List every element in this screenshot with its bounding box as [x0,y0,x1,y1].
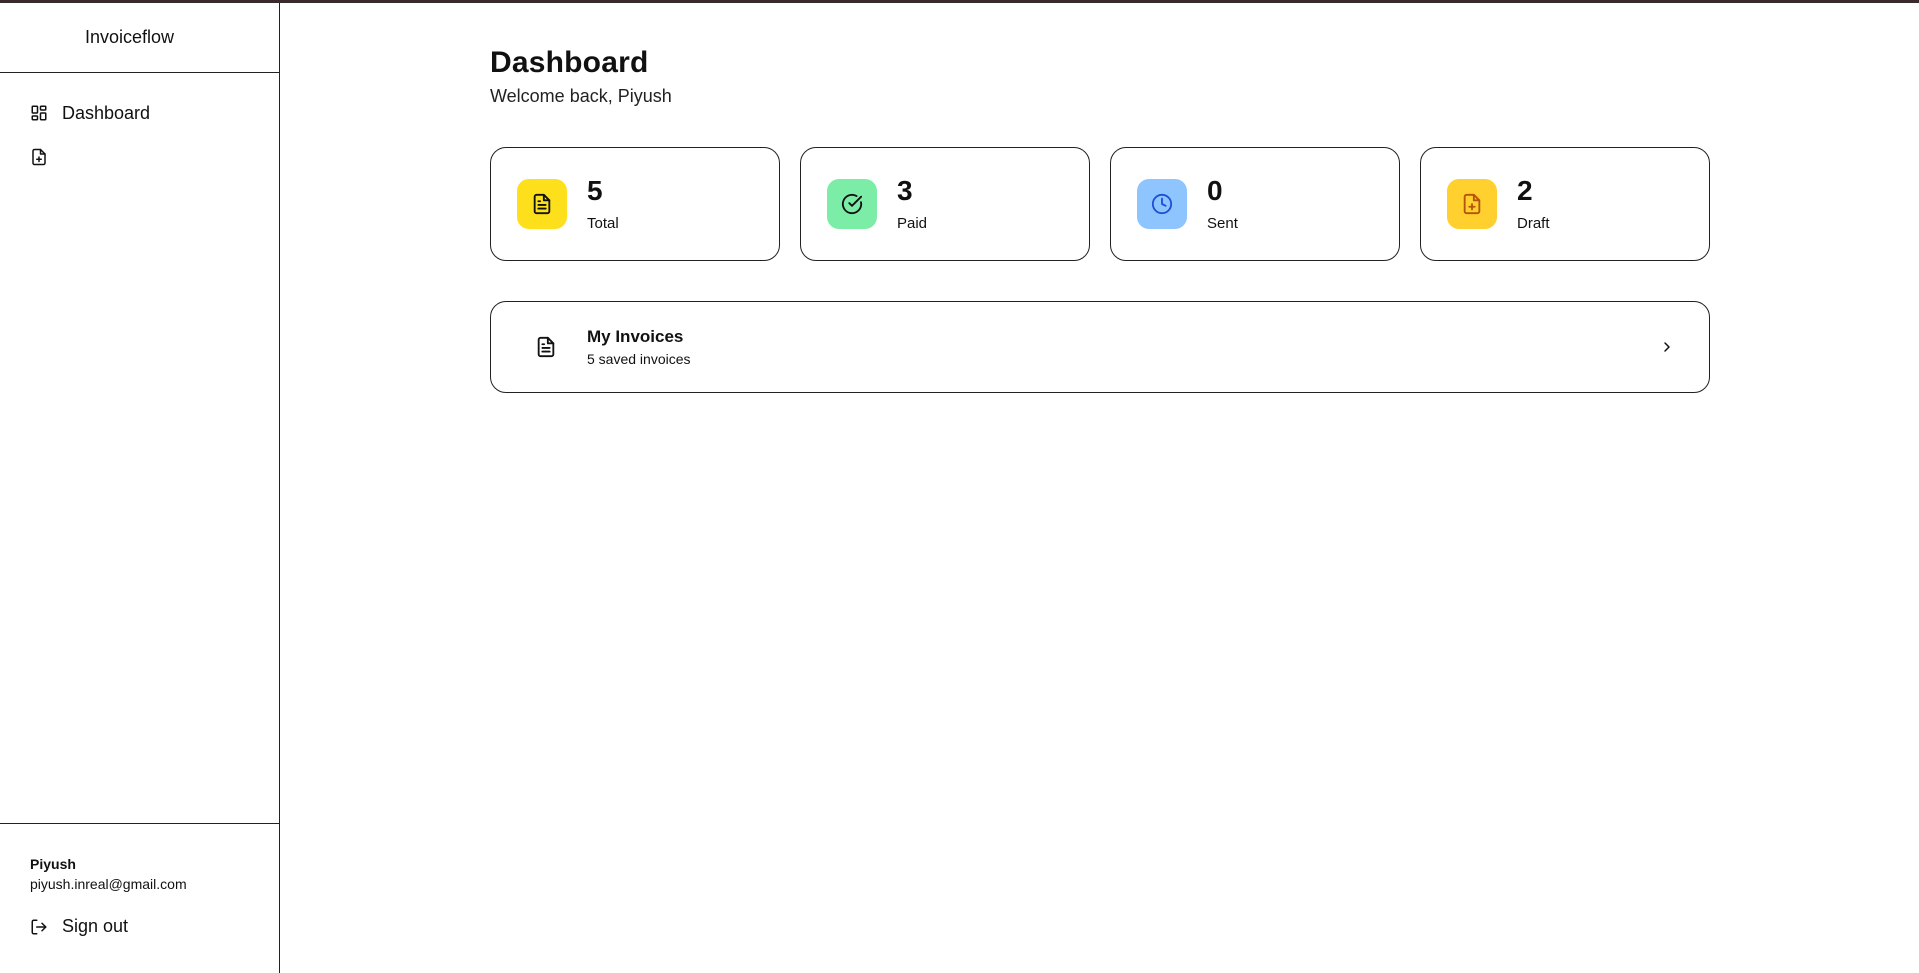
file-plus-icon [1447,179,1497,229]
stat-card-sent[interactable]: 0 Sent [1110,147,1400,261]
stats-row: 5 Total 3 Paid 0 Sent 2 Draft [490,147,1710,261]
stat-label: Draft [1517,214,1550,232]
chevron-right-icon [1659,339,1675,355]
my-invoices-card[interactable]: My Invoices 5 saved invoices [490,301,1710,393]
sidebar-item-label: Dashboard [62,102,151,123]
app: Invoiceflow Dashboard Piyush piyush.inre… [0,3,1919,973]
stat-value: 3 [897,174,913,206]
user-email: piyush.inreal@gmail.com [30,876,187,892]
file-plus-icon [30,148,48,166]
user-name: Piyush [30,856,76,872]
file-text-icon [517,179,567,229]
file-text-icon [535,336,557,358]
stat-card-draft[interactable]: 2 Draft [1420,147,1710,261]
stat-card-total[interactable]: 5 Total [490,147,780,261]
sidebar-footer: Piyush piyush.inreal@gmail.com Sign out [0,823,280,973]
invoices-card-title: My Invoices [587,327,684,346]
invoices-card-subtitle: 5 saved invoices [587,351,691,367]
sign-out-button[interactable]: Sign out [30,916,250,937]
stat-label: Sent [1207,214,1238,232]
sidebar-item-new-invoice[interactable] [0,135,279,179]
stat-value: 2 [1517,174,1533,206]
welcome-text: Welcome back, Piyush [490,86,672,106]
stat-value: 0 [1207,174,1223,206]
main-content: Dashboard Welcome back, Piyush 5 Total 3… [490,3,1710,393]
sidebar-item-dashboard[interactable]: Dashboard [0,91,279,135]
page-title: Dashboard [490,46,649,79]
stat-label: Paid [897,214,928,232]
stat-label: Total [587,214,619,232]
check-circle-icon [827,179,877,229]
stat-card-paid[interactable]: 3 Paid [800,147,1090,261]
layout-grid-icon [30,104,48,122]
sidebar: Invoiceflow Dashboard Piyush piyush.inre… [0,3,280,973]
brand-logo[interactable]: Invoiceflow [0,3,279,73]
stat-value: 5 [587,174,603,206]
clock-icon [1137,179,1187,229]
sign-out-label: Sign out [62,916,129,936]
sidebar-nav: Dashboard [0,73,279,179]
log-out-icon [30,918,48,936]
